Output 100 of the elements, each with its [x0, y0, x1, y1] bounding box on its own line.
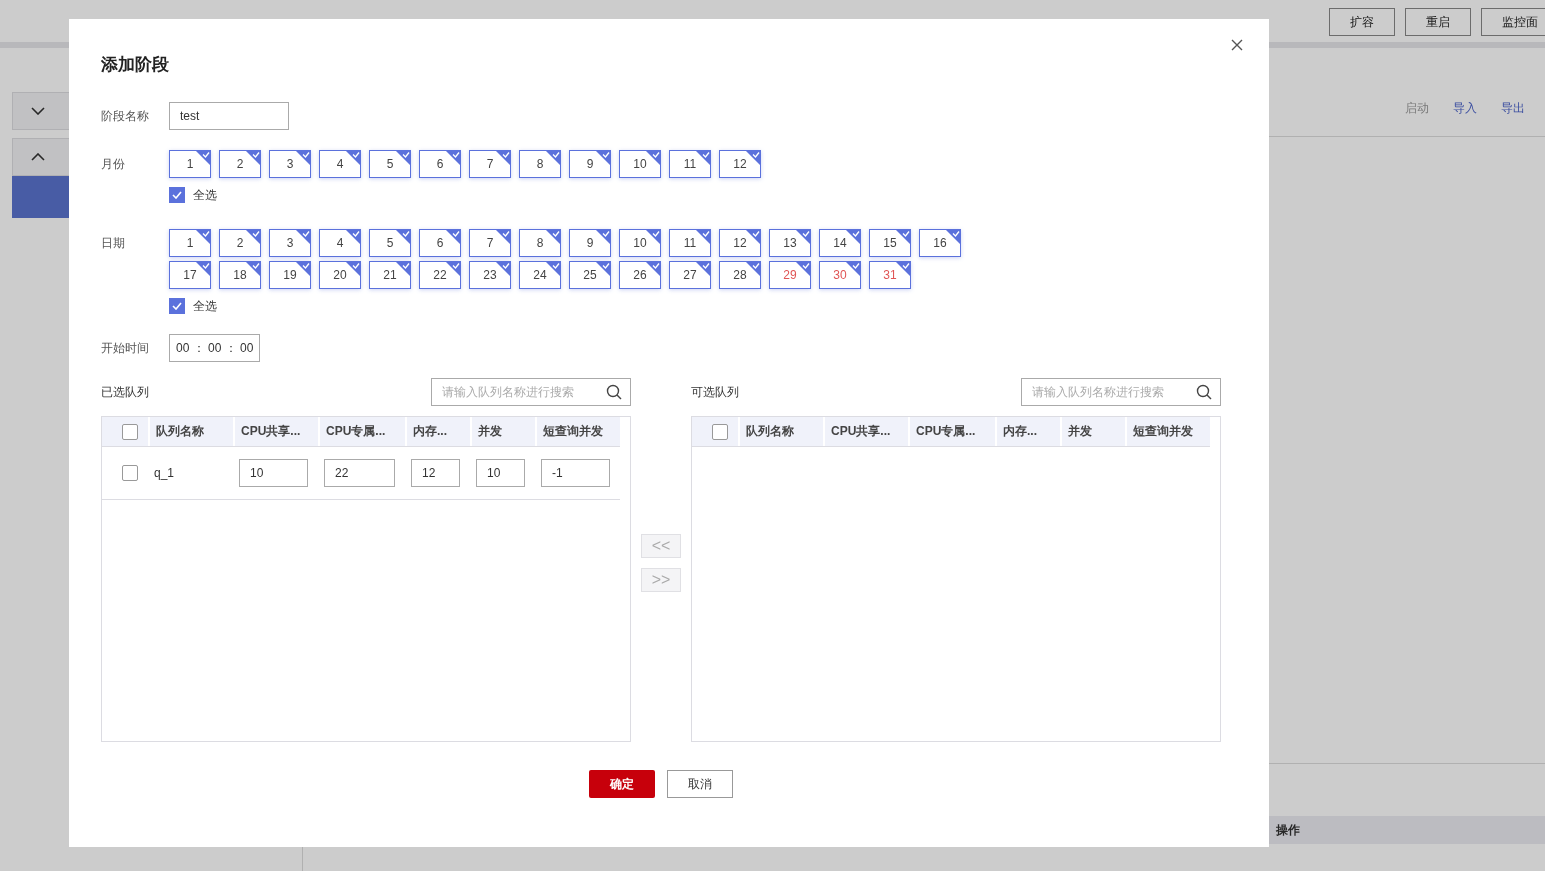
month-chip[interactable]: 11 — [669, 150, 711, 178]
cell-input[interactable]: 12 — [411, 459, 460, 487]
month-chip[interactable]: 8 — [519, 150, 561, 178]
date-chip[interactable]: 12 — [719, 229, 761, 257]
cancel-button[interactable]: 取消 — [667, 770, 733, 798]
check-corner-icon — [245, 150, 261, 166]
month-chip[interactable]: 1 — [169, 150, 211, 178]
check-corner-icon — [395, 261, 411, 277]
check-corner-icon — [595, 150, 611, 166]
date-chip[interactable]: 16 — [919, 229, 961, 257]
check-corner-icon — [845, 229, 861, 245]
header-button[interactable]: 重启 — [1405, 8, 1471, 36]
date-chip[interactable]: 8 — [519, 229, 561, 257]
cell-input[interactable]: 10 — [476, 459, 525, 487]
date-chip[interactable]: 18 — [219, 261, 261, 289]
date-chip[interactable]: 30 — [819, 261, 861, 289]
date-chip[interactable]: 23 — [469, 261, 511, 289]
check-icon — [172, 191, 182, 199]
date-chip[interactable]: 19 — [269, 261, 311, 289]
action-link[interactable]: 导出 — [1501, 100, 1525, 136]
check-corner-icon — [195, 150, 211, 166]
column-header: 内存... — [995, 417, 1060, 446]
cell-input[interactable]: -1 — [541, 459, 610, 487]
date-chip[interactable]: 4 — [319, 229, 361, 257]
date-chip[interactable]: 22 — [419, 261, 461, 289]
date-chip[interactable]: 15 — [869, 229, 911, 257]
check-corner-icon — [195, 261, 211, 277]
month-chip[interactable]: 4 — [319, 150, 361, 178]
month-chip[interactable]: 10 — [619, 150, 661, 178]
date-chip[interactable]: 1 — [169, 229, 211, 257]
month-chip[interactable]: 12 — [719, 150, 761, 178]
checkbox[interactable] — [122, 465, 138, 481]
date-chip[interactable]: 10 — [619, 229, 661, 257]
select-all-checkbox[interactable]: 全选 — [169, 187, 969, 203]
date-chip[interactable]: 20 — [319, 261, 361, 289]
select-all-checkbox[interactable]: 全选 — [169, 298, 969, 314]
month-chip[interactable]: 7 — [469, 150, 511, 178]
date-chip[interactable]: 13 — [769, 229, 811, 257]
check-icon — [172, 302, 182, 310]
date-chip[interactable]: 11 — [669, 229, 711, 257]
header-button[interactable]: 监控面 — [1481, 8, 1545, 36]
column-header: 队列名称 — [738, 417, 823, 446]
field-label: 日期 — [101, 235, 126, 252]
check-corner-icon — [345, 261, 361, 277]
cell-input[interactable]: 10 — [239, 459, 308, 487]
month-chip[interactable]: 5 — [369, 150, 411, 178]
check-corner-icon — [745, 261, 761, 277]
column-header: 内存... — [405, 417, 470, 446]
check-corner-icon — [495, 261, 511, 277]
month-chip[interactable]: 3 — [269, 150, 311, 178]
date-chip[interactable]: 6 — [419, 229, 461, 257]
search-field[interactable]: 请输入队列名称进行搜索 — [431, 378, 631, 406]
date-chip[interactable]: 17 — [169, 261, 211, 289]
date-chip[interactable]: 7 — [469, 229, 511, 257]
date-chip[interactable]: 9 — [569, 229, 611, 257]
date-chip[interactable]: 28 — [719, 261, 761, 289]
check-corner-icon — [695, 150, 711, 166]
check-corner-icon — [595, 229, 611, 245]
check-corner-icon — [295, 261, 311, 277]
date-chip[interactable]: 21 — [369, 261, 411, 289]
cell-input[interactable]: 22 — [324, 459, 395, 487]
search-icon — [1196, 384, 1212, 400]
date-chip[interactable]: 29 — [769, 261, 811, 289]
time-input[interactable]: 00 ： 00 ： 00 — [169, 334, 261, 362]
date-chip[interactable]: 25 — [569, 261, 611, 289]
check-corner-icon — [295, 229, 311, 245]
confirm-button[interactable]: 确定 — [589, 770, 655, 798]
checkbox[interactable] — [122, 423, 138, 440]
table-cell-text: q_1 — [153, 466, 176, 480]
month-chip[interactable]: 9 — [569, 150, 611, 178]
field-label: 开始时间 — [101, 340, 150, 357]
field-label: 阶段名称 — [101, 108, 150, 125]
date-chip[interactable]: 31 — [869, 261, 911, 289]
check-corner-icon — [695, 261, 711, 277]
action-link[interactable]: 导入 — [1453, 100, 1477, 136]
search-field[interactable]: 请输入队列名称进行搜索 — [1021, 378, 1221, 406]
check-corner-icon — [895, 261, 911, 277]
month-chip[interactable]: 2 — [219, 150, 261, 178]
date-chip[interactable]: 2 — [219, 229, 261, 257]
column-header: 并发 — [470, 417, 535, 446]
field-label: 月份 — [101, 156, 126, 173]
name-input[interactable]: test — [169, 102, 289, 130]
date-chip[interactable]: 26 — [619, 261, 661, 289]
column-header: 并发 — [1060, 417, 1125, 446]
month-chip[interactable]: 6 — [419, 150, 461, 178]
checkbox[interactable] — [712, 423, 728, 440]
check-corner-icon — [795, 229, 811, 245]
date-chip[interactable]: 14 — [819, 229, 861, 257]
header-button[interactable]: 扩容 — [1329, 8, 1395, 36]
section-title: 已选队列 — [101, 383, 149, 401]
column-header: 短查询并发 — [1125, 417, 1210, 446]
column-header: CPU共享... — [823, 417, 908, 446]
check-corner-icon — [545, 229, 561, 245]
date-chip[interactable]: 24 — [519, 261, 561, 289]
date-chip[interactable]: 3 — [269, 229, 311, 257]
date-chip[interactable]: 5 — [369, 229, 411, 257]
check-corner-icon — [445, 150, 461, 166]
date-chip[interactable]: 27 — [669, 261, 711, 289]
check-corner-icon — [545, 150, 561, 166]
close-icon[interactable] — [1231, 39, 1243, 51]
